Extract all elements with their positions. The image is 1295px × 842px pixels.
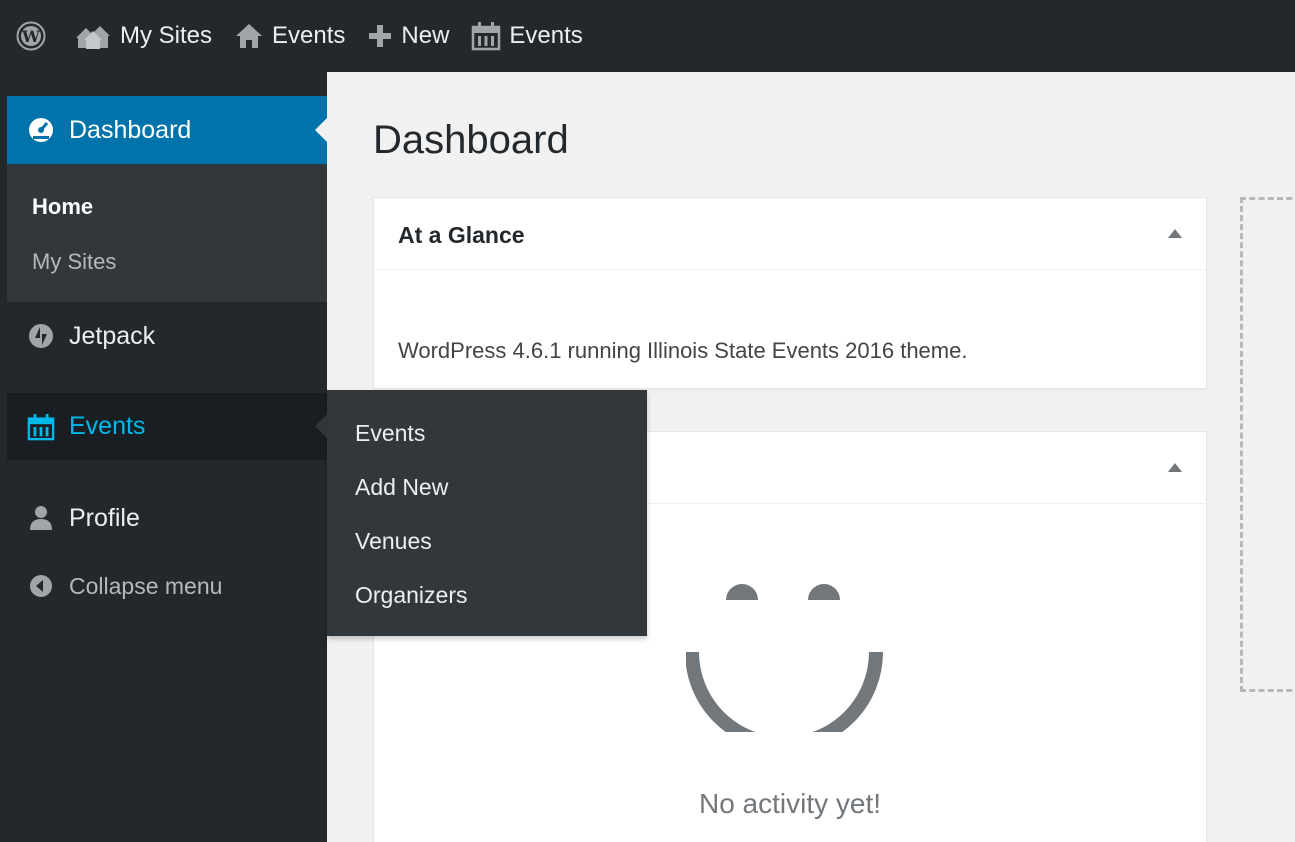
- flyout-item-add-new[interactable]: Add New: [355, 474, 448, 501]
- collapse-toggle-icon[interactable]: [1168, 229, 1182, 238]
- dashboard-submenu: Home My Sites: [7, 164, 327, 302]
- admin-bar: W My Sites Events New Events: [0, 0, 1295, 72]
- new-content-label: New: [401, 22, 450, 49]
- svg-text:W: W: [21, 27, 41, 46]
- user-icon: [27, 504, 55, 532]
- collapse-icon: [27, 572, 55, 600]
- site-events-label: Events: [272, 22, 346, 49]
- widget-title: At a Glance: [398, 222, 525, 248]
- admin-sidebar: Dashboard Home My Sites Jetpack Events P…: [0, 72, 327, 842]
- glance-summary-text: WordPress 4.6.1 running Illinois State E…: [398, 338, 968, 363]
- page-title: Dashboard: [373, 118, 569, 162]
- empty-activity-message: No activity yet!: [698, 788, 882, 819]
- events-calendar-button[interactable]: Events: [471, 21, 583, 51]
- sidebar-item-events[interactable]: Events: [7, 393, 327, 460]
- submenu-item-my-sites[interactable]: My Sites: [32, 249, 116, 275]
- flyout-item-events[interactable]: Events: [355, 420, 425, 447]
- events-calendar-label: Events: [509, 22, 583, 49]
- dashboard-icon: [27, 116, 55, 144]
- sidebar-item-profile[interactable]: Profile: [7, 484, 327, 552]
- wp-admin-screen: W My Sites Events New Events Dashboard H…: [0, 0, 1295, 842]
- sidebar-item-dashboard[interactable]: Dashboard: [7, 96, 327, 164]
- network-icon: [74, 22, 112, 50]
- my-sites-button[interactable]: My Sites: [74, 22, 212, 50]
- calendar-icon: [27, 413, 55, 441]
- submenu-item-home[interactable]: Home: [32, 194, 93, 220]
- sidebar-item-label: Collapse menu: [69, 572, 223, 599]
- calendar-icon: [471, 21, 501, 51]
- sidebar-item-label: Profile: [69, 503, 140, 532]
- smiley-face-icon: [685, 562, 896, 751]
- at-a-glance-widget: At a Glance WordPress 4.6.1 running Illi…: [373, 197, 1207, 389]
- wordpress-icon: W: [16, 21, 46, 51]
- widget-drop-zone: [1240, 197, 1295, 692]
- sidebar-item-label: Dashboard: [69, 115, 192, 144]
- flyout-item-venues[interactable]: Venues: [355, 528, 432, 555]
- plus-icon: [367, 23, 393, 49]
- home-icon: [234, 22, 264, 50]
- sidebar-item-label: Events: [69, 412, 146, 440]
- widget-header[interactable]: At a Glance: [374, 198, 1206, 270]
- wordpress-logo-button[interactable]: W: [16, 21, 46, 51]
- jetpack-icon: [27, 322, 55, 350]
- events-flyout-menu: Events Add New Venues Organizers: [327, 390, 647, 636]
- flyout-item-organizers[interactable]: Organizers: [355, 582, 467, 609]
- sidebar-item-label: Jetpack: [69, 321, 156, 350]
- site-events-button[interactable]: Events: [234, 22, 345, 50]
- sidebar-item-jetpack[interactable]: Jetpack: [7, 302, 327, 370]
- my-sites-label: My Sites: [120, 22, 213, 49]
- collapse-toggle-icon[interactable]: [1168, 463, 1182, 472]
- new-content-button[interactable]: New: [367, 22, 449, 50]
- collapse-menu-button[interactable]: Collapse menu: [7, 552, 327, 620]
